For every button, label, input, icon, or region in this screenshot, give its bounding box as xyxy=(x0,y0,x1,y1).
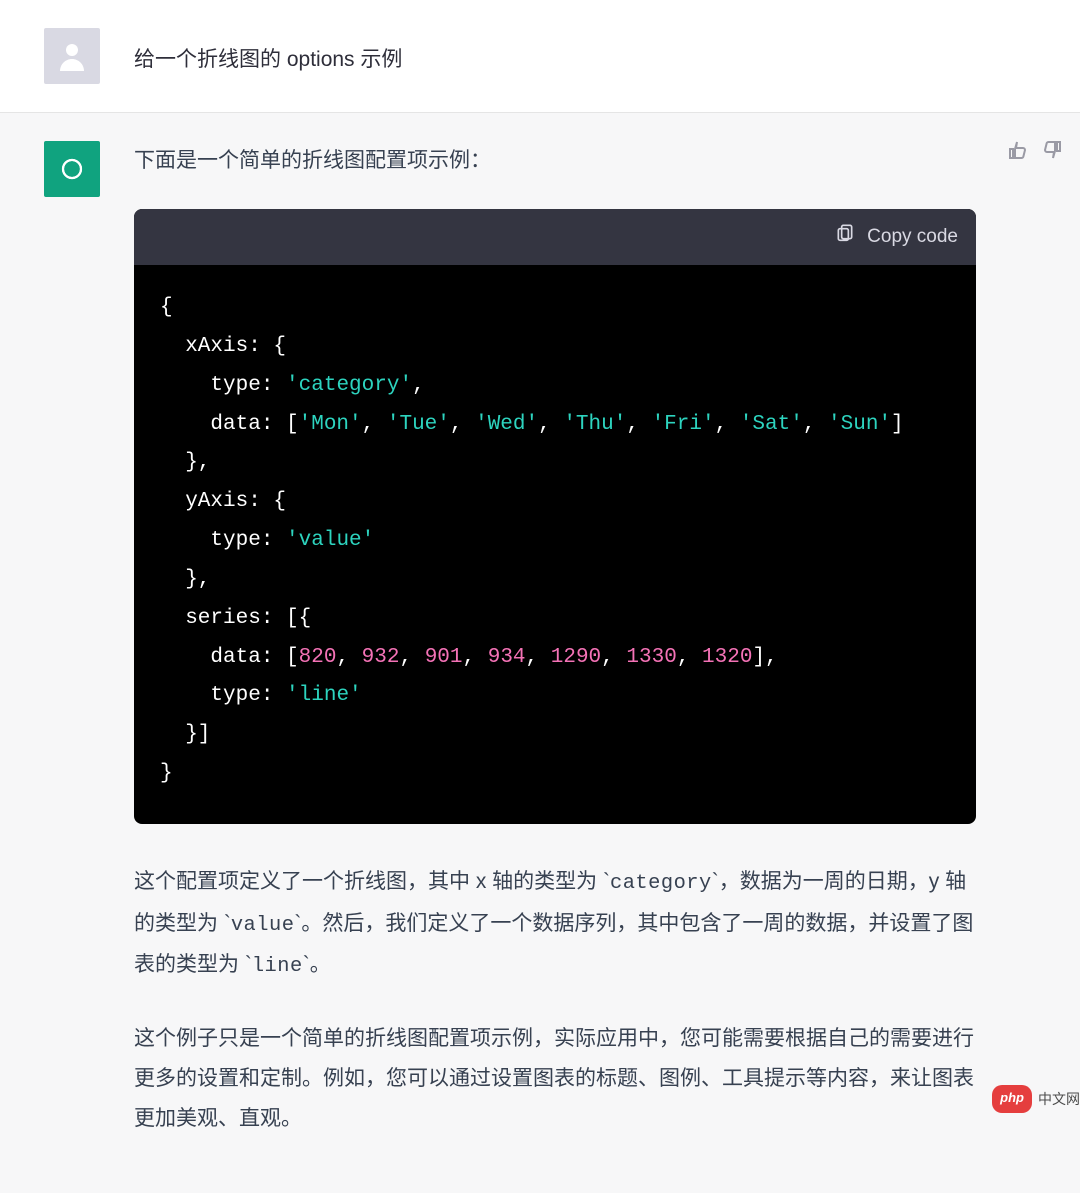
code-token: 'category' xyxy=(286,374,412,397)
code-token: type: xyxy=(160,684,286,707)
watermark: php 中文网 xyxy=(992,1085,1080,1113)
copy-code-button[interactable]: Copy code xyxy=(867,219,958,255)
code-token: 'Thu' xyxy=(563,413,626,436)
assistant-avatar-cell xyxy=(44,141,134,1171)
code-token: 901 xyxy=(425,646,463,669)
code-token: , xyxy=(412,374,425,397)
code-line: }] xyxy=(160,723,210,746)
inline-code: value xyxy=(231,914,295,937)
code-token: , xyxy=(601,646,626,669)
assistant-paragraph-2: 这个例子只是一个简单的折线图配置项示例，实际应用中，您可能需要根据自己的需要进行… xyxy=(134,1019,976,1139)
code-token: 1330 xyxy=(626,646,676,669)
user-avatar xyxy=(44,28,100,84)
code-token: , xyxy=(463,646,488,669)
code-token: ], xyxy=(752,646,777,669)
code-token: 'Fri' xyxy=(652,413,715,436)
code-line: { xyxy=(160,296,173,319)
code-token: , xyxy=(538,413,563,436)
code-token: 1290 xyxy=(551,646,601,669)
code-token: data: [ xyxy=(160,413,299,436)
clipboard-icon[interactable] xyxy=(835,219,855,255)
code-token: type: xyxy=(160,529,286,552)
user-icon xyxy=(54,38,90,74)
code-line: xAxis: { xyxy=(160,335,286,358)
code-line: yAxis: { xyxy=(160,490,286,513)
code-token: ] xyxy=(891,413,904,436)
code-content[interactable]: { xAxis: { type: 'category', data: ['Mon… xyxy=(134,265,976,824)
code-token: , xyxy=(626,413,651,436)
text-span: `。 xyxy=(303,953,331,976)
code-line: series: [{ xyxy=(160,607,311,630)
thumbs-up-button[interactable] xyxy=(1006,137,1030,175)
openai-icon xyxy=(54,151,90,187)
assistant-avatar xyxy=(44,141,100,197)
thumbs-up-icon xyxy=(1006,138,1030,162)
code-token: data: [ xyxy=(160,646,299,669)
code-block: Copy code { xAxis: { type: 'category', d… xyxy=(134,209,976,824)
code-token: 'line' xyxy=(286,684,362,707)
code-token: 'Mon' xyxy=(299,413,362,436)
watermark-text: 中文网 xyxy=(1038,1086,1080,1113)
code-token: 1320 xyxy=(702,646,752,669)
code-token: 820 xyxy=(299,646,337,669)
code-token: type: xyxy=(160,374,286,397)
code-token: , xyxy=(399,646,424,669)
code-token: 'Sun' xyxy=(828,413,891,436)
code-token: , xyxy=(677,646,702,669)
user-content: 给一个折线图的 options 示例 xyxy=(134,28,1036,84)
code-line: } xyxy=(160,762,173,785)
code-token: 'Sat' xyxy=(740,413,803,436)
assistant-intro: 下面是一个简单的折线图配置项示例： xyxy=(134,141,976,181)
code-token: 934 xyxy=(488,646,526,669)
code-token: , xyxy=(336,646,361,669)
watermark-badge: php xyxy=(992,1085,1032,1113)
code-token: 932 xyxy=(362,646,400,669)
code-token: , xyxy=(715,413,740,436)
thumbs-down-icon xyxy=(1040,138,1064,162)
code-line: }, xyxy=(160,568,210,591)
code-token: , xyxy=(362,413,387,436)
user-avatar-cell xyxy=(44,28,134,84)
code-token: 'Wed' xyxy=(475,413,538,436)
user-text: 给一个折线图的 options 示例 xyxy=(134,40,976,80)
code-token: 'value' xyxy=(286,529,374,552)
code-line: }, xyxy=(160,451,210,474)
code-token: 'Tue' xyxy=(387,413,450,436)
assistant-paragraph-1: 这个配置项定义了一个折线图，其中 x 轴的类型为 `category`，数据为一… xyxy=(134,862,976,987)
feedback-buttons xyxy=(1006,137,1064,175)
code-toolbar: Copy code xyxy=(134,209,976,265)
thumbs-down-button[interactable] xyxy=(1040,137,1064,175)
user-message: 给一个折线图的 options 示例 xyxy=(0,0,1080,113)
text-span: 这个配置项定义了一个折线图，其中 x 轴的类型为 ` xyxy=(134,870,610,893)
inline-code: category xyxy=(610,872,712,895)
assistant-content: 下面是一个简单的折线图配置项示例： Copy code { xAxis: { t… xyxy=(134,141,1036,1171)
code-token: , xyxy=(526,646,551,669)
code-token: , xyxy=(450,413,475,436)
code-token: , xyxy=(803,413,828,436)
assistant-message: 下面是一个简单的折线图配置项示例： Copy code { xAxis: { t… xyxy=(0,113,1080,1193)
inline-code: line xyxy=(252,955,303,978)
